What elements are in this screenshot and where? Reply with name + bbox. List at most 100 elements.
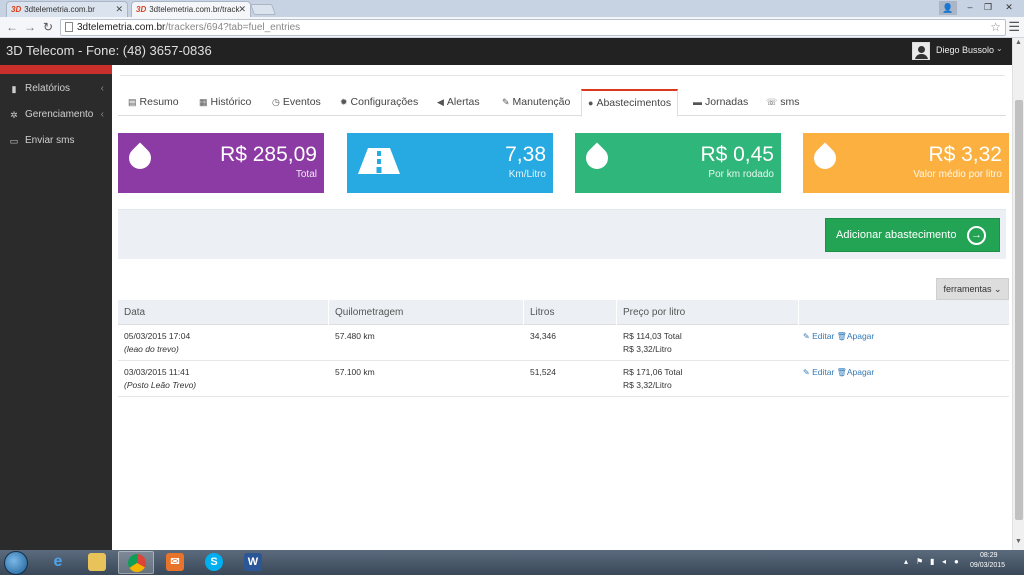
- cell-liters: 51,524: [530, 367, 556, 377]
- add-fuel-entry-button[interactable]: Adicionar abastecimento →: [825, 218, 1000, 252]
- trash-icon: 🗑: [836, 368, 847, 377]
- browser-tab-title: 3dtelemetria.com.br: [24, 5, 95, 14]
- network-icon[interactable]: ▮: [930, 557, 934, 566]
- scroll-up-icon[interactable]: ▲: [1013, 39, 1024, 49]
- flag-icon[interactable]: ⚑: [916, 557, 923, 566]
- stat-cost-per-km: R$ 0,45 Por km rodado: [575, 133, 781, 193]
- url-host: 3dtelemetria.com.br: [77, 22, 166, 33]
- taskbar-skype[interactable]: S: [196, 551, 232, 574]
- tab-label: sms: [780, 96, 800, 108]
- browser-tab-2[interactable]: 3D 3dtelemetria.com.br/track ✕: [131, 1, 251, 17]
- tab-label: Jornadas: [705, 96, 749, 108]
- tab-label: Eventos: [282, 96, 321, 108]
- calendar-icon: ▦: [199, 97, 208, 107]
- close-tab-icon[interactable]: ✕: [238, 2, 246, 17]
- chevron-left-icon: ‹: [100, 109, 104, 120]
- sidebar-active-item[interactable]: [0, 65, 112, 74]
- delete-link[interactable]: 🗑Apagar: [837, 331, 875, 341]
- site-favicon-icon: 3D: [11, 5, 22, 14]
- clock-time[interactable]: 08:29: [980, 552, 998, 559]
- gear-icon: ✹: [340, 97, 348, 107]
- new-tab-button[interactable]: [249, 4, 277, 15]
- system-tray: ▴ ⚑ ▮ ◂ ● 08:29 09/03/2015: [900, 550, 1024, 575]
- reload-icon[interactable]: ↻: [43, 20, 53, 34]
- taskbar: e ✉ S W ▴ ⚑ ▮ ◂ ● 08:29 09/03/2015: [0, 550, 1024, 575]
- tab-historico[interactable]: ▦ Histórico: [193, 89, 257, 116]
- taskbar-file-explorer[interactable]: [79, 551, 115, 574]
- profile-icon[interactable]: 👤: [939, 1, 957, 15]
- edit-link[interactable]: ✎ Editar: [803, 331, 834, 341]
- drop-icon: [809, 142, 841, 174]
- taskbar-internet-explorer[interactable]: e: [40, 551, 76, 574]
- minimize-icon[interactable]: –: [962, 0, 978, 14]
- forward-arrow-icon[interactable]: →: [24, 20, 36, 34]
- browser-tab-strip: 3D 3dtelemetria.com.br ✕ 3D 3dtelemetria.c…: [0, 0, 1024, 17]
- tab-label: Manutenção: [512, 96, 571, 108]
- start-button[interactable]: [4, 551, 28, 575]
- chart-icon: ▤: [128, 97, 137, 107]
- tab-abastecimentos[interactable]: ● Abastecimentos: [581, 89, 679, 117]
- stat-value: R$ 3,32: [928, 143, 1002, 166]
- tab-label: Abastecimentos: [596, 97, 672, 109]
- delete-link[interactable]: 🗑Apagar: [837, 367, 875, 377]
- edit-label: Editar: [812, 331, 835, 341]
- show-hidden-icons-icon[interactable]: ▴: [904, 557, 908, 566]
- edit-link[interactable]: ✎ Editar: [803, 367, 834, 377]
- volume-icon[interactable]: ◂: [942, 557, 946, 566]
- page-scrollbar[interactable]: ▲ ▼: [1012, 38, 1024, 550]
- stat-value: R$ 285,09: [220, 143, 317, 166]
- tab-alertas[interactable]: ◀ Alertas: [431, 89, 486, 116]
- taskbar-email[interactable]: ✉: [157, 551, 193, 574]
- sidebar-item-enviar-sms[interactable]: ▭ Enviar sms: [0, 128, 112, 154]
- url-path: /trackers/694?tab=fuel_entries: [165, 22, 301, 33]
- maximize-icon[interactable]: ❐: [980, 0, 996, 14]
- cell-km: 57.480 km: [335, 331, 375, 341]
- tab-jornadas[interactable]: ▬ Jornadas: [687, 89, 754, 116]
- sidebar-item-relatorios[interactable]: ▮ Relatórios ‹: [0, 76, 112, 102]
- back-arrow-icon[interactable]: ←: [6, 20, 18, 34]
- user-name: Diego Bussolo: [936, 45, 995, 55]
- tab-sms[interactable]: ☏ sms: [760, 89, 806, 116]
- road-icon: [358, 148, 400, 174]
- scroll-down-icon[interactable]: ▼: [1013, 538, 1024, 548]
- address-bar[interactable]: 3dtelemetria.com.br/trackers/694?tab=fue…: [60, 19, 1006, 36]
- drop-icon: [581, 142, 613, 174]
- stat-label: Km/Litro: [508, 169, 546, 180]
- column-header-data: Data: [118, 300, 329, 325]
- star-icon[interactable]: ☆: [990, 20, 1001, 35]
- stat-label: Total: [295, 169, 317, 180]
- tab-resumo[interactable]: ▤ Resumo: [122, 89, 185, 116]
- hamburger-menu-icon[interactable]: ☰: [1008, 19, 1020, 35]
- browser-toolbar: ← → ↻ 3dtelemetria.com.br/trackers/694?t…: [0, 17, 1024, 38]
- tab-configuracoes[interactable]: ✹ Configurações: [334, 89, 424, 116]
- bullhorn-icon: ◀: [437, 97, 444, 107]
- antivirus-icon[interactable]: ●: [954, 557, 959, 566]
- tab-eventos[interactable]: ◷ Eventos: [266, 89, 327, 116]
- taskbar-word[interactable]: W: [235, 551, 271, 574]
- main-content: ▤ Resumo ▦ Histórico ◷ Eventos ✹ Configuraçõ…: [112, 65, 1012, 550]
- table-row: 03/03/2015 11:41 (Posto Leão Trevo) 57.1…: [118, 361, 1009, 397]
- sidebar-item-label: Relatórios: [25, 83, 71, 94]
- delete-label: Apagar: [846, 331, 875, 341]
- taskbar-chrome[interactable]: [118, 551, 154, 574]
- scrollbar-thumb[interactable]: [1015, 100, 1023, 520]
- sidebar-item-gerenciamento[interactable]: ✲ Gerenciamento ‹: [0, 102, 112, 128]
- word-icon: W: [244, 553, 262, 571]
- divider: [120, 65, 1005, 76]
- browser-tab-1[interactable]: 3D 3dtelemetria.com.br ✕: [6, 1, 128, 17]
- close-window-icon[interactable]: ✕: [998, 0, 1020, 14]
- book-icon: ▮: [11, 84, 17, 94]
- tab-label: Configurações: [350, 96, 419, 108]
- tab-manutencao[interactable]: ✎ Manutenção: [496, 89, 576, 116]
- tools-dropdown-button[interactable]: ferramentas ⌄: [936, 278, 1009, 300]
- app-header: 3D Telecom - Fone: (48) 3657-0836 Diego …: [0, 38, 1024, 65]
- clock-date[interactable]: 09/03/2015: [970, 562, 1005, 569]
- cell-km: 57.100 km: [335, 367, 375, 377]
- edit-icon: ✎: [803, 368, 810, 377]
- sidebar-item-label: Gerenciamento: [25, 109, 94, 120]
- stat-avg-price-per-liter: R$ 3,32 Valor médio por litro: [803, 133, 1009, 193]
- browser-tab-title: 3dtelemetria.com.br/track: [149, 5, 240, 14]
- close-tab-icon[interactable]: ✕: [115, 2, 123, 17]
- envelope-icon: ✉: [166, 553, 184, 571]
- edit-icon: ✎: [803, 332, 810, 341]
